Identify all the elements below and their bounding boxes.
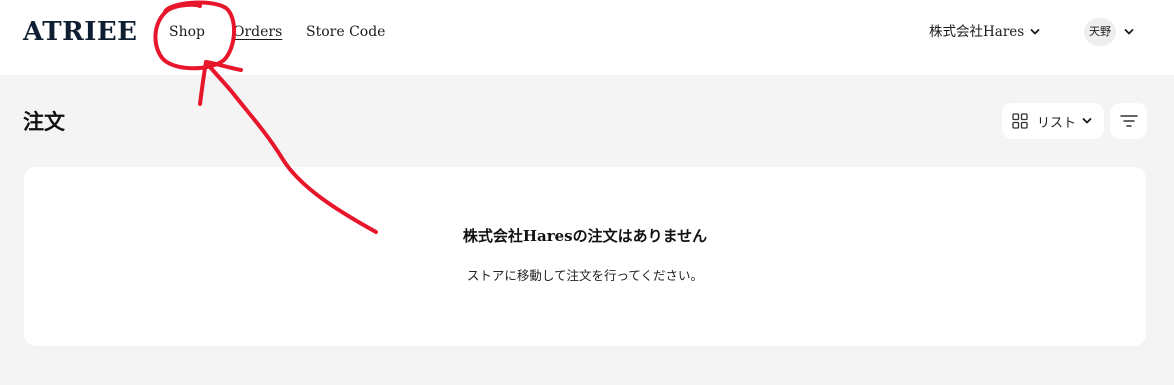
empty-state-title: 株式会社Haresの注文はありません xyxy=(462,227,708,245)
orders-page: ATRIEE Shop Orders Store Code 株式会社Hares … xyxy=(0,0,1174,385)
top-header: ATRIEE Shop Orders Store Code 株式会社Hares … xyxy=(0,0,1174,75)
view-mode-dropdown[interactable]: リスト xyxy=(1002,103,1104,139)
empty-state-card: 株式会社Haresの注文はありません ストアに移動して注文を行ってください。 xyxy=(24,167,1146,346)
chevron-down-icon xyxy=(1124,29,1134,35)
filter-icon xyxy=(1119,115,1138,127)
nav-store-code[interactable]: Store Code xyxy=(306,22,385,42)
chevron-down-icon xyxy=(1030,29,1040,35)
brand-logo[interactable]: ATRIEE xyxy=(23,14,138,50)
avatar: 天野 xyxy=(1084,18,1116,46)
company-name: 株式会社Hares xyxy=(929,24,1025,40)
nav-shop[interactable]: Shop xyxy=(169,22,205,42)
page-title: 注文 xyxy=(23,109,65,134)
user-menu[interactable]: 天野 xyxy=(1084,18,1134,46)
filter-button[interactable] xyxy=(1110,103,1147,139)
company-switcher[interactable]: 株式会社Hares xyxy=(929,22,1040,42)
grid-icon xyxy=(1012,113,1028,129)
view-mode-label: リスト xyxy=(1037,115,1077,131)
chevron-down-icon xyxy=(1082,118,1092,124)
nav-orders[interactable]: Orders xyxy=(233,22,282,42)
empty-state-subtitle: ストアに移動して注文を行ってください。 xyxy=(466,268,704,283)
